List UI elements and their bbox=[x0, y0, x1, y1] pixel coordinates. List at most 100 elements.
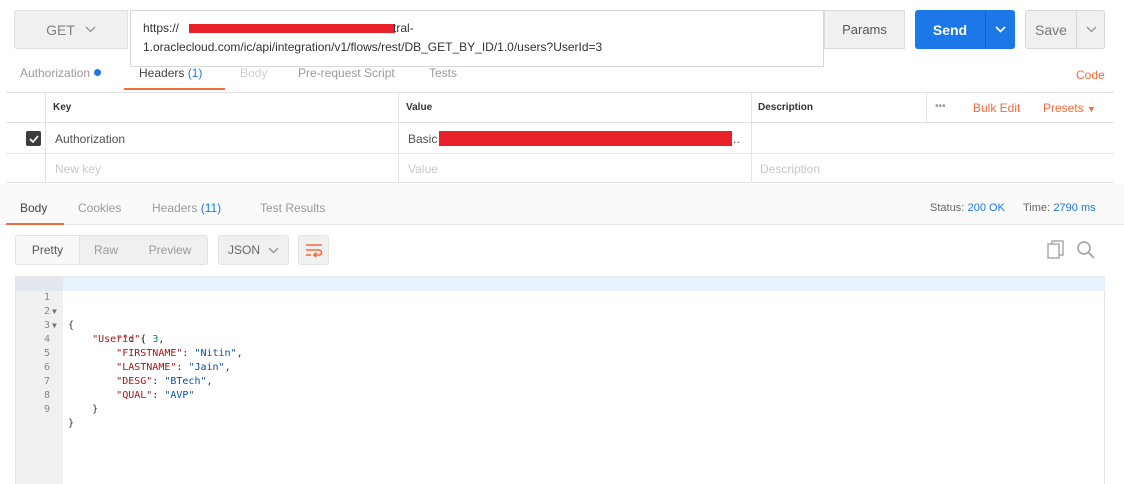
response-time: Time: 2790 ms bbox=[1023, 200, 1096, 214]
tab-headers-label: Headers bbox=[139, 66, 185, 80]
column-divider bbox=[751, 154, 752, 183]
view-pretty-label: Pretty bbox=[31, 243, 64, 257]
tab-body-label: Body bbox=[240, 66, 268, 80]
header-value-cell[interactable]: Basic bbox=[408, 132, 437, 146]
tab-test-results[interactable]: Test Results bbox=[260, 201, 325, 215]
params-button[interactable]: Params bbox=[824, 10, 905, 49]
header-value-ellipsis: .. bbox=[733, 132, 740, 146]
presets-dropdown[interactable]: Presets ▼ bbox=[1043, 101, 1096, 115]
chevron-down-icon bbox=[268, 246, 279, 254]
url-redaction-bar bbox=[189, 24, 395, 33]
line-number: 9 bbox=[43, 404, 50, 415]
response-status: Status: 200 OK bbox=[930, 200, 1005, 214]
tab-authorization-label: Authorization bbox=[20, 66, 91, 80]
column-divider bbox=[45, 123, 46, 154]
header-value-prefix: Basic bbox=[408, 132, 438, 146]
save-options-button[interactable] bbox=[1077, 11, 1105, 48]
active-response-tab-indicator bbox=[6, 223, 64, 225]
view-preview-label: Preview bbox=[148, 243, 192, 257]
code-line: 8 } bbox=[16, 375, 616, 415]
caret-down-icon: ▼ bbox=[1087, 104, 1096, 114]
status-label: Status: bbox=[930, 202, 965, 214]
tab-cookies[interactable]: Cookies bbox=[78, 201, 121, 215]
code-link[interactable]: Code bbox=[1076, 68, 1105, 82]
copy-button[interactable] bbox=[1047, 240, 1065, 263]
send-label: Send bbox=[932, 21, 968, 38]
code-line: 7 "QUAL": "AVP" bbox=[16, 361, 616, 401]
code-line: 3 "id": 3, bbox=[16, 305, 616, 345]
params-label: Params bbox=[842, 22, 887, 37]
response-body-editor[interactable]: 1 ▼ { 2 ▼ "User": { 3 "id": 3, 4 "FIRSTN… bbox=[15, 276, 1105, 484]
tab-response-headers[interactable]: Headers (11) bbox=[152, 201, 221, 215]
column-divider bbox=[398, 123, 399, 154]
chevron-down-icon bbox=[85, 26, 96, 33]
copy-icon bbox=[1047, 240, 1064, 259]
view-raw-button[interactable]: Raw bbox=[80, 236, 132, 264]
code-line: 5 "LASTNAME": "Jain", bbox=[16, 333, 616, 373]
column-divider bbox=[45, 93, 46, 124]
send-options-button[interactable] bbox=[986, 10, 1015, 49]
tab-cookies-label: Cookies bbox=[78, 201, 122, 215]
time-value: 2790 ms bbox=[1053, 202, 1096, 214]
column-divider bbox=[751, 93, 752, 124]
column-key-header: Key bbox=[53, 102, 72, 113]
column-divider bbox=[398, 93, 399, 124]
tab-authorization[interactable]: Authorization bbox=[20, 66, 102, 90]
view-mode-toggle: Pretty Raw Preview bbox=[15, 235, 208, 265]
tab-response-body-label: Body bbox=[20, 201, 48, 215]
chevron-down-icon bbox=[1085, 26, 1097, 33]
header-key-cell[interactable]: Authorization bbox=[55, 132, 125, 146]
new-description-input[interactable]: Description bbox=[760, 162, 820, 176]
modified-dot-icon bbox=[94, 69, 102, 76]
wrap-lines-button[interactable] bbox=[298, 235, 329, 265]
new-key-input[interactable]: New key bbox=[55, 162, 101, 176]
tab-prerequest-script[interactable]: Pre-request Script bbox=[298, 66, 395, 90]
view-raw-label: Raw bbox=[93, 243, 118, 257]
more-options-icon[interactable]: ••• bbox=[935, 101, 946, 112]
headers-table-header: Key Value Description ••• Bulk Edit Pres… bbox=[6, 92, 1114, 124]
wrap-lines-icon bbox=[305, 244, 322, 257]
tab-response-body[interactable]: Body bbox=[20, 201, 47, 215]
tab-test-results-label: Test Results bbox=[260, 201, 326, 215]
method-select[interactable]: GET bbox=[14, 10, 128, 49]
code-line: 9 } bbox=[16, 389, 616, 429]
code-line: 2 ▼ "User": { bbox=[16, 291, 616, 345]
header-enabled-checkbox[interactable] bbox=[26, 131, 41, 146]
url-line1-suffix: tral- bbox=[393, 21, 414, 35]
url-line2: 1.oraclecloud.com/ic/api/integration/v1/… bbox=[143, 40, 603, 54]
presets-label: Presets bbox=[1043, 101, 1084, 115]
table-row-new: New key Value Description bbox=[6, 154, 1114, 183]
active-tab-indicator bbox=[124, 88, 225, 90]
tab-tests[interactable]: Tests bbox=[429, 66, 457, 90]
code-line: 4 "FIRSTNAME": "Nitin", bbox=[16, 319, 616, 359]
tab-headers[interactable]: Headers (1) bbox=[139, 66, 202, 90]
json-brace: } bbox=[68, 418, 75, 429]
tab-headers-count: (1) bbox=[187, 66, 203, 80]
save-button[interactable]: Save bbox=[1025, 10, 1105, 49]
format-select[interactable]: JSON bbox=[218, 235, 289, 265]
view-pretty-button[interactable]: Pretty bbox=[16, 236, 80, 264]
column-value-header: Value bbox=[406, 102, 433, 113]
url-input[interactable]: https:// tral- 1.oraclecloud.com/ic/api/… bbox=[130, 10, 824, 67]
chevron-down-icon bbox=[995, 26, 1006, 33]
tab-body[interactable]: Body bbox=[240, 66, 267, 90]
code-line: 6 "DESG": "BTech", bbox=[16, 347, 616, 387]
save-label: Save bbox=[1035, 21, 1067, 38]
tab-response-headers-count: (11) bbox=[200, 201, 222, 215]
new-value-input[interactable]: Value bbox=[408, 162, 438, 176]
value-redaction-bar bbox=[439, 131, 732, 146]
view-preview-button[interactable]: Preview bbox=[132, 236, 208, 264]
format-label: JSON bbox=[227, 243, 260, 257]
column-description-header: Description bbox=[758, 102, 814, 113]
send-button[interactable]: Send bbox=[915, 10, 1015, 49]
column-divider bbox=[45, 154, 46, 183]
search-button[interactable] bbox=[1076, 240, 1096, 263]
tab-response-headers-label: Headers bbox=[152, 201, 198, 215]
bulk-edit-link[interactable]: Bulk Edit bbox=[973, 101, 1020, 115]
table-row: Authorization Basic .. bbox=[6, 123, 1114, 154]
tab-prerequest-label: Pre-request Script bbox=[298, 66, 395, 80]
code-line: 1 ▼ { bbox=[16, 277, 616, 331]
column-divider bbox=[398, 154, 399, 183]
url-line1-prefix: https:// bbox=[143, 21, 180, 35]
column-divider bbox=[751, 123, 752, 154]
